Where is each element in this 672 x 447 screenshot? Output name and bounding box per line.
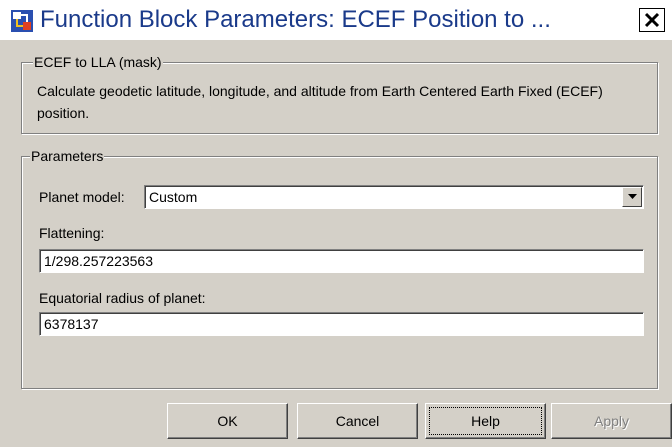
flattening-label: Flattening: xyxy=(39,225,105,241)
title-bar[interactable]: Function Block Parameters: ECEF Position… xyxy=(0,0,672,40)
simulink-block-icon xyxy=(10,9,34,33)
equatorial-radius-label: Equatorial radius of planet: xyxy=(39,290,206,306)
ok-button[interactable]: OK xyxy=(167,403,288,439)
mask-group-caption: ECEF to LLA (mask) xyxy=(33,54,163,70)
flattening-field[interactable] xyxy=(39,249,644,273)
help-button[interactable]: Help xyxy=(425,403,546,439)
planet-model-select[interactable]: Custom xyxy=(144,185,644,209)
planet-model-label: Planet model: xyxy=(39,189,125,205)
close-icon xyxy=(644,12,660,28)
flattening-input[interactable] xyxy=(42,252,641,270)
equatorial-radius-input[interactable] xyxy=(42,315,641,333)
dialog-window: Function Block Parameters: ECEF Position… xyxy=(0,0,672,447)
close-button[interactable] xyxy=(639,8,665,32)
planet-model-value: Custom xyxy=(149,189,198,205)
equatorial-radius-field[interactable] xyxy=(39,312,644,336)
mask-description: Calculate geodetic latitude, longitude, … xyxy=(37,83,603,121)
window-title: Function Block Parameters: ECEF Position… xyxy=(40,6,551,33)
planet-model-dropdown-button[interactable] xyxy=(622,187,642,207)
apply-button[interactable]: Apply xyxy=(551,403,672,439)
chevron-down-icon xyxy=(628,194,637,199)
cancel-button[interactable]: Cancel xyxy=(297,403,418,439)
parameters-group-caption: Parameters xyxy=(30,148,105,164)
